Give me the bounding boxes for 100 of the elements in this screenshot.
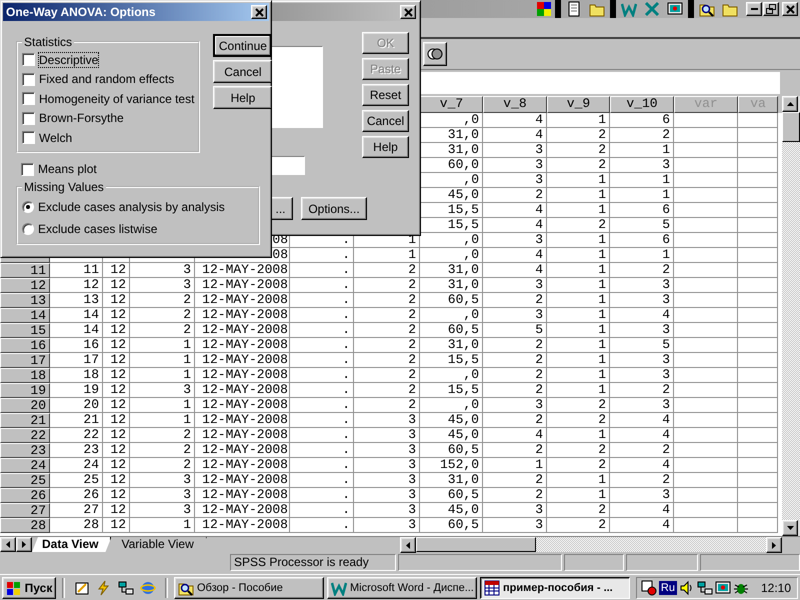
table-cell: .	[290, 278, 354, 293]
scroll-down-button[interactable]	[782, 520, 798, 536]
table-cell: 12	[103, 503, 130, 518]
column-header[interactable]: v_10	[610, 96, 674, 113]
table-cell: 31,0	[420, 278, 483, 293]
row-header[interactable]: 15	[0, 323, 50, 338]
language-indicator[interactable]: Ru	[658, 580, 677, 594]
row-header[interactable]: 11	[0, 263, 50, 278]
table-cell: 3	[483, 398, 547, 413]
scroll-right-button[interactable]	[766, 537, 782, 553]
table-cell: .	[290, 398, 354, 413]
radio-button[interactable]	[22, 223, 34, 235]
table-cell: 2	[354, 383, 420, 398]
minimize-button[interactable]	[746, 2, 762, 16]
row-header[interactable]: 12	[0, 278, 50, 293]
lightning-icon[interactable]	[96, 580, 112, 596]
scroll-left-button[interactable]	[400, 537, 416, 553]
table-cell: 3	[130, 278, 195, 293]
dialog-button[interactable]: Cancel	[213, 60, 272, 83]
restore-button[interactable]	[763, 2, 779, 16]
left-arrow-icon	[406, 542, 410, 548]
table-cell	[674, 338, 738, 353]
globe-icon[interactable]	[140, 580, 156, 596]
row-header[interactable]: 25	[0, 473, 50, 488]
dialog-button[interactable]: Continue	[213, 34, 272, 57]
table-cell: 21	[50, 413, 103, 428]
row-header[interactable]: 28	[0, 518, 50, 533]
column-header[interactable]: v_8	[483, 96, 547, 113]
taskbar-button[interactable]: пример-пособия - ...	[480, 576, 630, 598]
row-header[interactable]: 23	[0, 443, 50, 458]
taskbar-button[interactable]: Microsoft Word - Диспе...	[327, 576, 477, 598]
table-cell: 12	[103, 518, 130, 533]
table-cell: 3	[483, 308, 547, 323]
table-cell: 4	[610, 308, 674, 323]
pencil-icon[interactable]	[74, 580, 90, 596]
document-icon[interactable]	[566, 1, 582, 17]
tab-scroll-right-button[interactable]	[16, 537, 32, 552]
squares-icon[interactable]	[536, 1, 552, 17]
close-button[interactable]	[251, 5, 267, 19]
row-header[interactable]: 21	[0, 413, 50, 428]
checkbox[interactable]	[22, 53, 35, 66]
table-cell: 2	[354, 308, 420, 323]
table-cell: 1	[547, 173, 610, 188]
row-header[interactable]: 26	[0, 488, 50, 503]
network-icon[interactable]	[696, 580, 713, 596]
table-cell: 1	[610, 188, 674, 203]
start-button[interactable]: Пуск	[2, 576, 56, 598]
row-header[interactable]: 20	[0, 398, 50, 413]
table-cell: 4	[610, 458, 674, 473]
row-header[interactable]: 18	[0, 368, 50, 383]
dialog-button[interactable]: Help	[362, 136, 409, 158]
dialog-button[interactable]: Cancel	[362, 110, 409, 132]
column-header[interactable]: v_7	[420, 96, 483, 113]
row-header[interactable]: 22	[0, 428, 50, 443]
table-cell: .	[290, 458, 354, 473]
cell-editor-field[interactable]	[420, 72, 780, 94]
table-cell: 1	[483, 458, 547, 473]
toolbar-button[interactable]	[423, 42, 447, 66]
row-header[interactable]: 19	[0, 383, 50, 398]
scroll-thumb[interactable]	[416, 537, 536, 552]
checkbox[interactable]	[22, 131, 35, 144]
scroll-up-button[interactable]	[782, 96, 798, 112]
tab-scroll-left-button[interactable]	[0, 537, 16, 552]
table-cell: 14	[50, 323, 103, 338]
network-icon[interactable]	[118, 580, 134, 596]
close-button[interactable]	[782, 2, 798, 16]
taskbar-button[interactable]: Обзор - Пособие	[174, 576, 324, 598]
table-cell	[674, 503, 738, 518]
scroll-thumb[interactable]	[782, 112, 800, 142]
table-cell: 3	[354, 518, 420, 533]
right-arrow-icon	[22, 541, 26, 548]
row-header[interactable]: 14	[0, 308, 50, 323]
table-cell: 45,0	[420, 413, 483, 428]
table-cell: 3	[354, 488, 420, 503]
table-cell: 1	[130, 518, 195, 533]
checkbox[interactable]	[22, 112, 35, 125]
dialog-button[interactable]: Reset	[362, 84, 409, 106]
table-cell: 31,0	[420, 338, 483, 353]
dialog-button[interactable]: Help	[213, 86, 272, 109]
checkbox[interactable]	[22, 72, 35, 86]
table-cell	[738, 458, 778, 473]
row-header[interactable]: 24	[0, 458, 50, 473]
radio-label: Exclude cases analysis by analysis	[38, 200, 225, 214]
row-header[interactable]: 16	[0, 338, 50, 353]
checkbox[interactable]	[22, 92, 35, 106]
monitor-icon[interactable]	[667, 1, 683, 17]
column-header[interactable]: v_9	[547, 96, 610, 113]
row-header[interactable]: 17	[0, 353, 50, 368]
radio-button[interactable]	[22, 201, 34, 213]
table-cell: ,0	[420, 248, 483, 263]
table-cell: 12	[103, 473, 130, 488]
checkbox[interactable]	[21, 162, 34, 176]
monitor-icon[interactable]	[714, 580, 731, 596]
table-cell: .	[290, 293, 354, 308]
table-cell: 1	[130, 353, 195, 368]
dialog-button[interactable]: Options...	[301, 197, 367, 220]
row-header[interactable]: 13	[0, 293, 50, 308]
tab[interactable]: Data View	[32, 537, 112, 552]
table-cell: 3	[354, 473, 420, 488]
row-header[interactable]: 27	[0, 503, 50, 518]
